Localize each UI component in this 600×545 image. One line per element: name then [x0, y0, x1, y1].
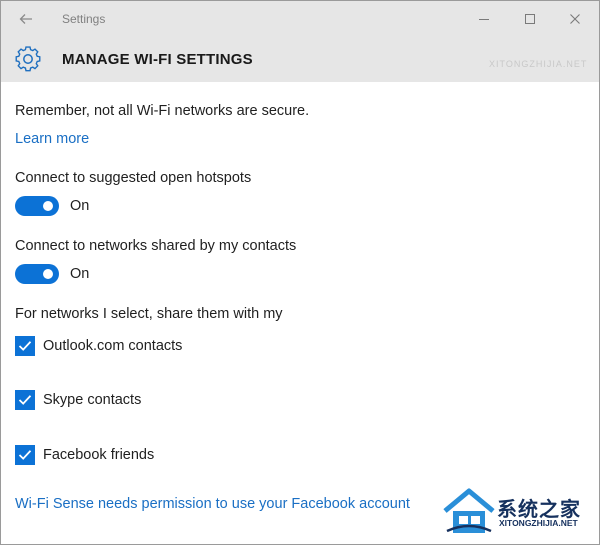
close-button[interactable] [560, 5, 590, 33]
maximize-button[interactable] [515, 5, 545, 33]
checkmark-icon [18, 341, 32, 351]
close-icon [570, 14, 580, 24]
outlook-contacts-label: Outlook.com contacts [43, 338, 183, 354]
facebook-friends-option[interactable]: Facebook friends [15, 444, 154, 466]
header-watermark-text: XITONGZHIJIA.NET [489, 59, 588, 69]
contacts-setting-label: Connect to networks shared by my contact… [15, 238, 297, 254]
hotspots-toggle-state: On [70, 198, 90, 214]
window-title: Settings [62, 12, 106, 26]
toggle-knob [43, 269, 53, 279]
contacts-toggle[interactable] [15, 264, 59, 284]
minimize-button[interactable] [469, 5, 499, 33]
checkmark-icon [18, 395, 32, 405]
house-logo-icon [443, 488, 495, 533]
site-watermark: 系统之家 XITONGZHIJIA.NET [439, 485, 597, 541]
back-arrow-icon [19, 14, 32, 24]
toggle-knob [43, 201, 53, 211]
outlook-contacts-option[interactable]: Outlook.com contacts [15, 335, 182, 357]
checkmark-icon [18, 450, 32, 460]
facebook-friends-label: Facebook friends [43, 447, 155, 463]
skype-contacts-checkbox[interactable] [15, 390, 35, 410]
hotspots-setting-label: Connect to suggested open hotspots [15, 170, 252, 186]
learn-more-link[interactable]: Learn more [15, 131, 89, 147]
outlook-contacts-checkbox[interactable] [15, 336, 35, 356]
hotspots-toggle[interactable] [15, 196, 59, 216]
share-heading: For networks I select, share them with m… [15, 306, 283, 322]
skype-contacts-label: Skype contacts [43, 392, 142, 408]
watermark-url: XITONGZHIJIA.NET [499, 518, 578, 528]
minimize-icon [479, 19, 489, 20]
contacts-toggle-state: On [70, 266, 90, 282]
facebook-permission-link[interactable]: Wi-Fi Sense needs permission to use your… [15, 496, 410, 512]
maximize-icon [525, 14, 535, 24]
title-bar: Settings [1, 1, 599, 37]
facebook-friends-checkbox[interactable] [15, 445, 35, 465]
page-header: MANAGE WI-FI SETTINGS XITONGZHIJIA.NET [1, 37, 599, 82]
security-notice: Remember, not all Wi-Fi networks are sec… [15, 103, 310, 119]
page-title: MANAGE WI-FI SETTINGS [62, 51, 253, 68]
contacts-toggle-row: On [15, 263, 89, 285]
hotspots-toggle-row: On [15, 195, 89, 217]
settings-window: Settings MANAGE WI-FI SETTINGS XITONGZHI… [0, 0, 600, 545]
skype-contacts-option[interactable]: Skype contacts [15, 389, 141, 411]
back-button[interactable] [13, 7, 39, 31]
gear-icon [15, 46, 41, 72]
